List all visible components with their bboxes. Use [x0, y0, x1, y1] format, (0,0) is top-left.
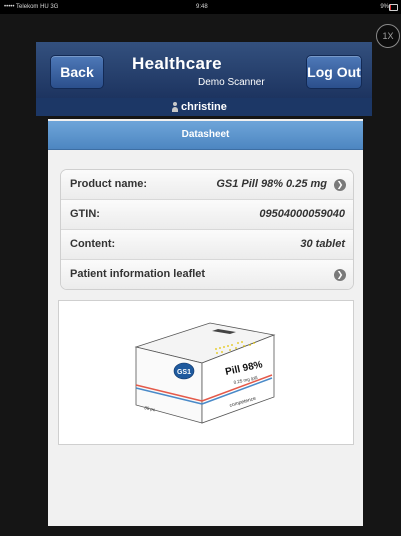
content-row: Content: 30 tablet: [61, 230, 353, 260]
row-label: GTIN:: [70, 208, 100, 220]
battery-icon: [389, 4, 398, 11]
logout-button[interactable]: Log Out: [306, 55, 362, 89]
product-box-image: GS1 Pill 98% 0.25 mg /pill 30 pc compete…: [134, 322, 276, 424]
row-label: Content:: [70, 238, 116, 250]
datasheet-header: Datasheet: [48, 121, 363, 150]
clock: 9:48: [196, 4, 208, 10]
patient-leaflet-row[interactable]: Patient information leaflet ❯: [61, 260, 353, 289]
box-count: 30 pc: [144, 405, 157, 412]
zoom-toggle-button[interactable]: 1X: [376, 24, 400, 48]
gs1-logo-text: GS1: [177, 369, 191, 376]
user-bar: christine: [36, 98, 372, 116]
product-details-list: Product name: GS1 Pill 98% 0.25 mg ❯ GTI…: [60, 169, 354, 290]
row-value: 09504000059040: [259, 208, 345, 220]
product-image-panel: GS1 Pill 98% 0.25 mg /pill 30 pc compete…: [58, 300, 354, 445]
row-value: GS1 Pill 98% 0.25 mg: [216, 178, 327, 190]
status-bar: ••••• Telekom HU 3G 9:48 9%: [0, 0, 401, 14]
chevron-right-icon: ❯: [334, 269, 346, 281]
username: christine: [181, 101, 227, 113]
datasheet-panel: Datasheet Product name: GS1 Pill 98% 0.2…: [48, 119, 363, 526]
row-label: Product name:: [70, 178, 148, 190]
battery-percent: 9%: [380, 4, 389, 10]
chevron-right-icon: ❯: [334, 179, 346, 191]
product-name-row[interactable]: Product name: GS1 Pill 98% 0.25 mg ❯: [61, 170, 353, 200]
app-header: Back Healthcare Demo Scanner Log Out: [36, 42, 372, 99]
back-button[interactable]: Back: [50, 55, 104, 89]
app-title: Healthcare: [132, 54, 222, 73]
row-value: 30 tablet: [300, 238, 345, 250]
row-label: Patient information leaflet: [70, 268, 206, 280]
gtin-row: GTIN: 09504000059040: [61, 200, 353, 230]
app-subtitle: Demo Scanner: [198, 77, 265, 88]
user-icon: [172, 102, 178, 112]
app-screen: ••••• Telekom HU 3G 9:48 9% 1X Back Heal…: [0, 0, 401, 536]
carrier-label: ••••• Telekom HU 3G: [4, 4, 59, 10]
